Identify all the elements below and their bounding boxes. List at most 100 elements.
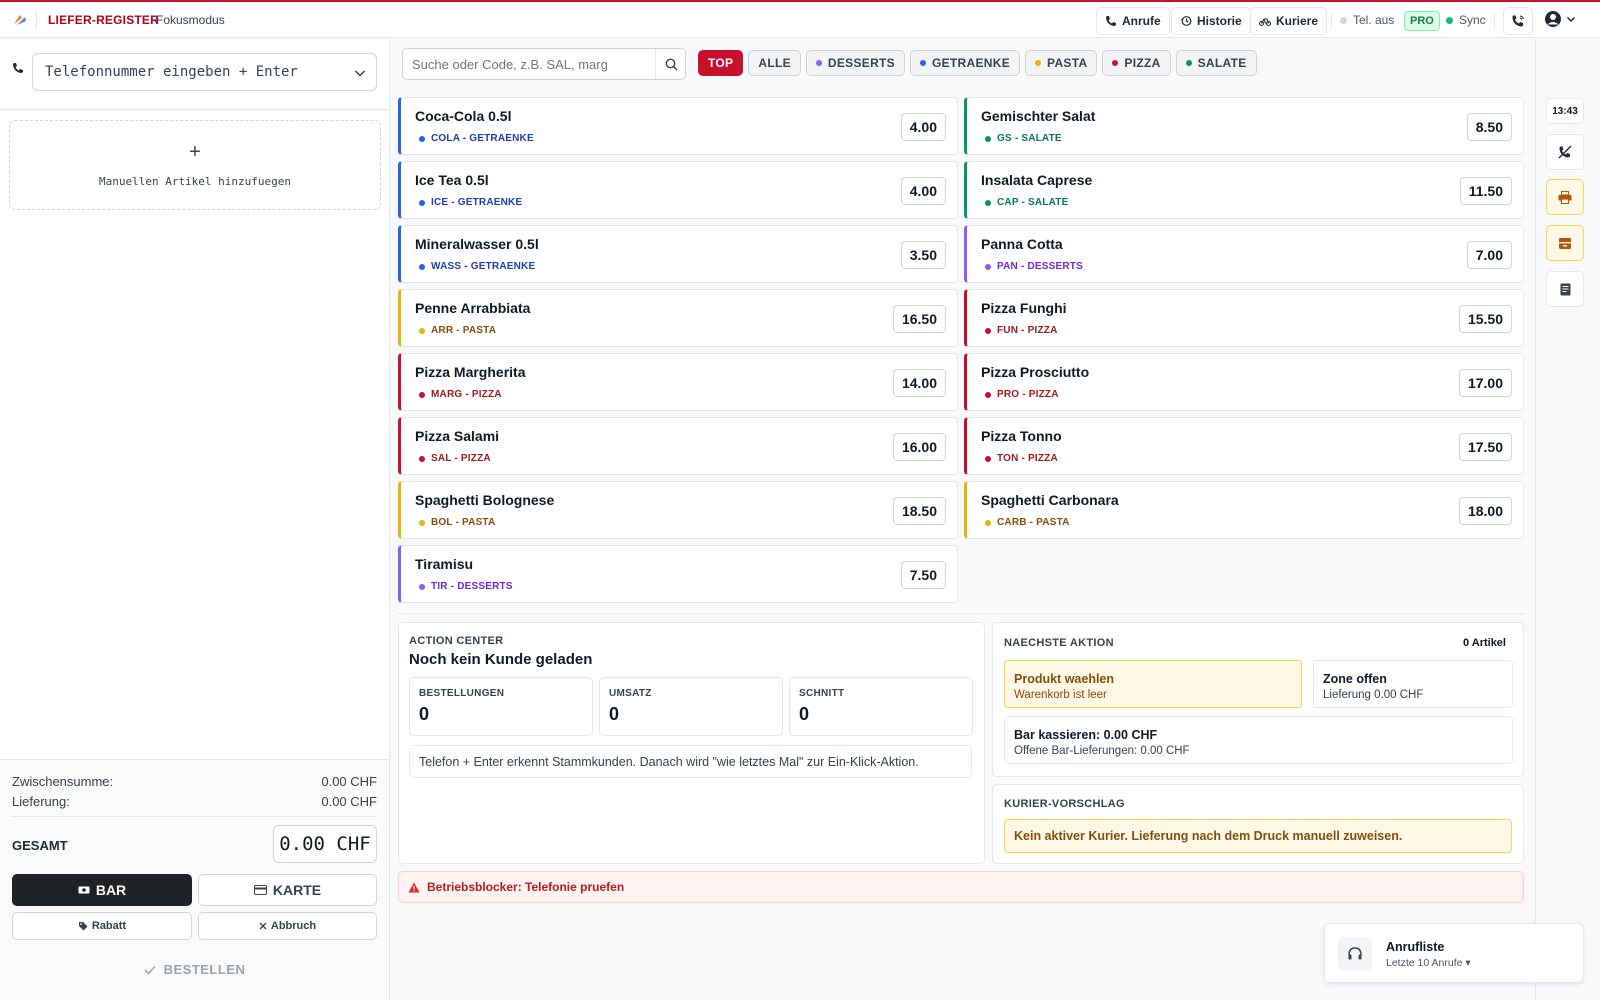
product-card[interactable]: Pizza Tonno TON - PIZZA 17.50	[964, 417, 1524, 475]
cash-drawer-icon	[1559, 237, 1571, 249]
pay-cash-button[interactable]: BAR	[12, 874, 192, 906]
next-action-eyebrow: NAECHSTE AKTION	[1004, 637, 1114, 649]
product-price[interactable]: 7.00	[1466, 241, 1512, 269]
product-code: GS - SALATE	[985, 133, 1062, 144]
phone-number-input[interactable]: Telefonnummer eingeben + Enter	[32, 53, 377, 91]
product-card[interactable]: Gemischter Salat GS - SALATE 8.50	[964, 97, 1524, 155]
product-price[interactable]: 7.50	[900, 561, 946, 589]
calls-button[interactable]: Anrufe	[1096, 7, 1170, 35]
collect-cash-action[interactable]: Bar kassieren: 0.00 CHF Offene Bar-Liefe…	[1004, 716, 1513, 764]
history-button[interactable]: Historie	[1171, 7, 1251, 35]
product-price[interactable]: 16.50	[892, 305, 946, 333]
product-card[interactable]: Coca-Cola 0.5l COLA - GETRAENKE 4.00	[398, 97, 958, 155]
product-code: PRO - PIZZA	[985, 389, 1059, 400]
search-icon	[665, 58, 677, 70]
product-price[interactable]: 18.00	[1458, 497, 1512, 525]
filter-chip-top[interactable]: TOP	[698, 50, 744, 76]
receipt-button[interactable]	[1546, 271, 1584, 307]
category-dot	[985, 263, 991, 270]
filter-chip-getraenke[interactable]: GETRAENKE	[909, 50, 1021, 76]
category-dot	[1112, 60, 1119, 66]
operations-blocker-alert[interactable]: Betriebsblocker: Telefonie pruefen	[398, 871, 1524, 903]
product-price[interactable]: 16.00	[892, 433, 946, 461]
filter-chip-pizza[interactable]: PIZZA	[1102, 50, 1171, 76]
product-card[interactable]: Tiramisu TIR - DESSERTS 7.50	[398, 545, 958, 603]
filter-chip-desserts[interactable]: DESSERTS	[805, 50, 905, 76]
product-card[interactable]: Pizza Prosciutto PRO - PIZZA 17.00	[964, 353, 1524, 411]
product-code: BOL - PASTA	[419, 517, 495, 528]
product-card[interactable]: Panna Cotta PAN - DESSERTS 7.00	[964, 225, 1524, 283]
call-list-widget[interactable]: Anrufliste Letzte 10 Anrufe ▾	[1324, 923, 1584, 983]
pay-card-button[interactable]: KARTE	[198, 874, 377, 906]
category-dot	[985, 455, 991, 462]
product-price[interactable]: 14.00	[892, 369, 946, 397]
user-menu[interactable]	[1544, 10, 1576, 28]
category-dot	[985, 199, 991, 206]
cancel-order-button[interactable]: Abbruch	[198, 912, 377, 940]
product-price[interactable]: 8.50	[1466, 113, 1512, 141]
product-price[interactable]: 4.00	[900, 177, 946, 205]
product-card[interactable]: Penne Arrabbiata ARR - PASTA 16.50	[398, 289, 958, 347]
product-price[interactable]: 15.50	[1458, 305, 1512, 333]
category-dot	[985, 135, 991, 142]
product-price[interactable]: 17.00	[1458, 369, 1512, 397]
category-dot	[985, 519, 991, 526]
search-button[interactable]	[655, 49, 686, 79]
cart-item-count: 0 Artikel	[1462, 637, 1506, 649]
product-card[interactable]: Spaghetti Bolognese BOL - PASTA 18.50	[398, 481, 958, 539]
plan-badge: PRO	[1404, 11, 1440, 31]
product-price[interactable]: 4.00	[900, 113, 946, 141]
check-icon	[144, 965, 156, 975]
product-card[interactable]: Pizza Margherita MARG - PIZZA 14.00	[398, 353, 958, 411]
call-list-subtitle[interactable]: Letzte 10 Anrufe ▾	[1386, 957, 1471, 969]
discount-button[interactable]: Rabatt	[12, 912, 192, 940]
product-card[interactable]: Mineralwasser 0.5l WASS - GETRAENKE 3.50	[398, 225, 958, 283]
chevron-down-icon[interactable]	[354, 67, 366, 79]
sync-status-dot	[1446, 16, 1453, 24]
product-name: Ice Tea 0.5l	[415, 172, 489, 188]
tel-status-dot	[1340, 16, 1347, 24]
chevron-down-icon	[1566, 16, 1576, 23]
product-name: Spaghetti Bolognese	[415, 492, 555, 508]
select-product-action[interactable]: Produkt waehlen Warenkorb ist leer	[1004, 660, 1302, 708]
product-card[interactable]: Ice Tea 0.5l ICE - GETRAENKE 4.00	[398, 161, 958, 219]
product-code: TON - PIZZA	[985, 453, 1058, 464]
filter-chip-alle[interactable]: ALLE	[748, 50, 801, 76]
product-card[interactable]: Insalata Caprese CAP - SALATE 11.50	[964, 161, 1524, 219]
delivery-row: Lieferung: 0.00 CHF	[12, 794, 377, 809]
product-card[interactable]: Spaghetti Carbonara CARB - PASTA 18.00	[964, 481, 1524, 539]
top-bar: LIEFER-REGISTER Fokusmodus Anrufe Histor…	[0, 0, 1600, 38]
action-center: ACTION CENTER Noch kein Kunde geladen BE…	[398, 622, 985, 864]
product-price[interactable]: 18.50	[892, 497, 946, 525]
add-manual-item-button[interactable]: + Manuellen Artikel hinzufuegen	[9, 120, 381, 210]
sync-status: Sync	[1446, 13, 1486, 27]
filter-chip-salate[interactable]: SALATE	[1175, 50, 1257, 76]
add-manual-item-label: Manuellen Artikel hinzufuegen	[98, 175, 292, 188]
action-center-eyebrow: ACTION CENTER	[409, 635, 504, 647]
product-search-input[interactable]	[403, 49, 655, 79]
cart-panel: Telefonnummer eingeben + Enter + Manuell…	[0, 39, 390, 1000]
checkout-section: Zwischensumme: 0.00 CHF Lieferung: 0.00 …	[0, 759, 389, 1000]
product-search[interactable]	[402, 48, 686, 80]
phone-icon	[1106, 16, 1116, 26]
product-name: Tiramisu	[415, 556, 474, 572]
product-code: PAN - DESSERTS	[985, 261, 1083, 272]
zone-action[interactable]: Zone offen Lieferung 0.00 CHF	[1313, 660, 1513, 708]
phone-off-button[interactable]	[1546, 134, 1584, 170]
print-button[interactable]	[1546, 179, 1584, 215]
place-order-button[interactable]: BESTELLEN	[0, 962, 389, 977]
filter-chip-pasta[interactable]: PASTA	[1025, 50, 1098, 76]
phone-call-toggle-button[interactable]	[1503, 7, 1533, 35]
product-price[interactable]: 17.50	[1458, 433, 1512, 461]
product-price[interactable]: 11.50	[1459, 177, 1512, 205]
cash-drawer-button[interactable]	[1546, 225, 1584, 261]
mode-label[interactable]: Fokusmodus	[156, 13, 225, 27]
product-name: Pizza Tonno	[981, 428, 1062, 444]
couriers-button[interactable]: Kuriere	[1250, 7, 1328, 35]
product-price[interactable]: 3.50	[900, 241, 946, 269]
product-card[interactable]: Pizza Salami SAL - PIZZA 16.00	[398, 417, 958, 475]
phone-call-icon	[1512, 15, 1524, 27]
product-code: WASS - GETRAENKE	[419, 261, 535, 272]
product-code: TIR - DESSERTS	[419, 581, 513, 592]
product-card[interactable]: Pizza Funghi FUN - PIZZA 15.50	[964, 289, 1524, 347]
